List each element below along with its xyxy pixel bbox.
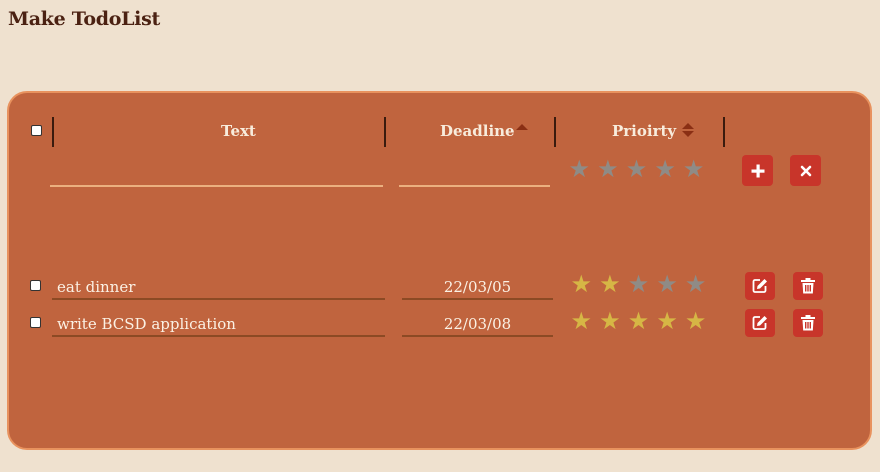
add-button[interactable] (742, 155, 773, 186)
star-icon[interactable]: ★ (567, 271, 596, 297)
star-icon[interactable]: ★ (681, 271, 710, 297)
sort-down-icon[interactable] (682, 131, 694, 137)
new-text-input[interactable] (50, 163, 383, 187)
star-icon[interactable]: ★ (679, 156, 708, 182)
edit-button[interactable] (745, 272, 775, 300)
sort-up-icon[interactable] (682, 123, 694, 129)
star-icon[interactable]: ★ (565, 156, 594, 182)
select-all-checkbox[interactable] (31, 125, 42, 136)
column-divider (384, 117, 386, 147)
plus-icon (751, 164, 764, 177)
new-priority-stars[interactable]: ★ ★ ★ ★ ★ (565, 156, 708, 182)
close-icon (800, 165, 811, 176)
star-icon[interactable]: ★ (567, 308, 596, 334)
star-icon[interactable]: ★ (624, 271, 653, 297)
edit-icon (752, 279, 767, 293)
sort-ascending-icon[interactable] (516, 124, 528, 130)
todo-checkbox[interactable] (30, 280, 41, 291)
todo-text[interactable]: eat dinner (52, 276, 385, 300)
todo-checkbox[interactable] (30, 317, 41, 328)
todo-deadline[interactable]: 22/03/08 (402, 313, 553, 337)
star-icon[interactable]: ★ (594, 156, 623, 182)
star-icon[interactable]: ★ (651, 156, 680, 182)
edit-icon (752, 316, 767, 330)
column-header-deadline[interactable]: Deadline (440, 122, 515, 140)
star-icon[interactable]: ★ (596, 271, 625, 297)
star-icon[interactable]: ★ (622, 156, 651, 182)
trash-icon (801, 315, 815, 331)
star-icon[interactable]: ★ (624, 308, 653, 334)
star-icon[interactable]: ★ (653, 271, 682, 297)
todo-priority-stars[interactable]: ★ ★ ★ ★ ★ (567, 308, 710, 334)
column-header-text[interactable]: Text (221, 122, 256, 140)
todo-panel: Text Deadline Prioirty ★ ★ ★ ★ ★ eat dinner … (7, 91, 872, 450)
star-icon[interactable]: ★ (681, 308, 710, 334)
edit-button[interactable] (745, 309, 775, 337)
todo-text[interactable]: write BCSD application (52, 313, 385, 337)
page-title: Make TodoList (8, 8, 160, 30)
column-divider (52, 117, 54, 147)
delete-button[interactable] (793, 272, 823, 300)
cancel-button[interactable] (790, 155, 821, 186)
column-divider (723, 117, 725, 147)
new-deadline-input[interactable] (399, 163, 550, 187)
column-divider (554, 117, 556, 147)
column-header-priority[interactable]: Prioirty (612, 122, 676, 140)
trash-icon (801, 278, 815, 294)
star-icon[interactable]: ★ (596, 308, 625, 334)
star-icon[interactable]: ★ (653, 308, 682, 334)
todo-priority-stars[interactable]: ★ ★ ★ ★ ★ (567, 271, 710, 297)
delete-button[interactable] (793, 309, 823, 337)
todo-deadline[interactable]: 22/03/05 (402, 276, 553, 300)
